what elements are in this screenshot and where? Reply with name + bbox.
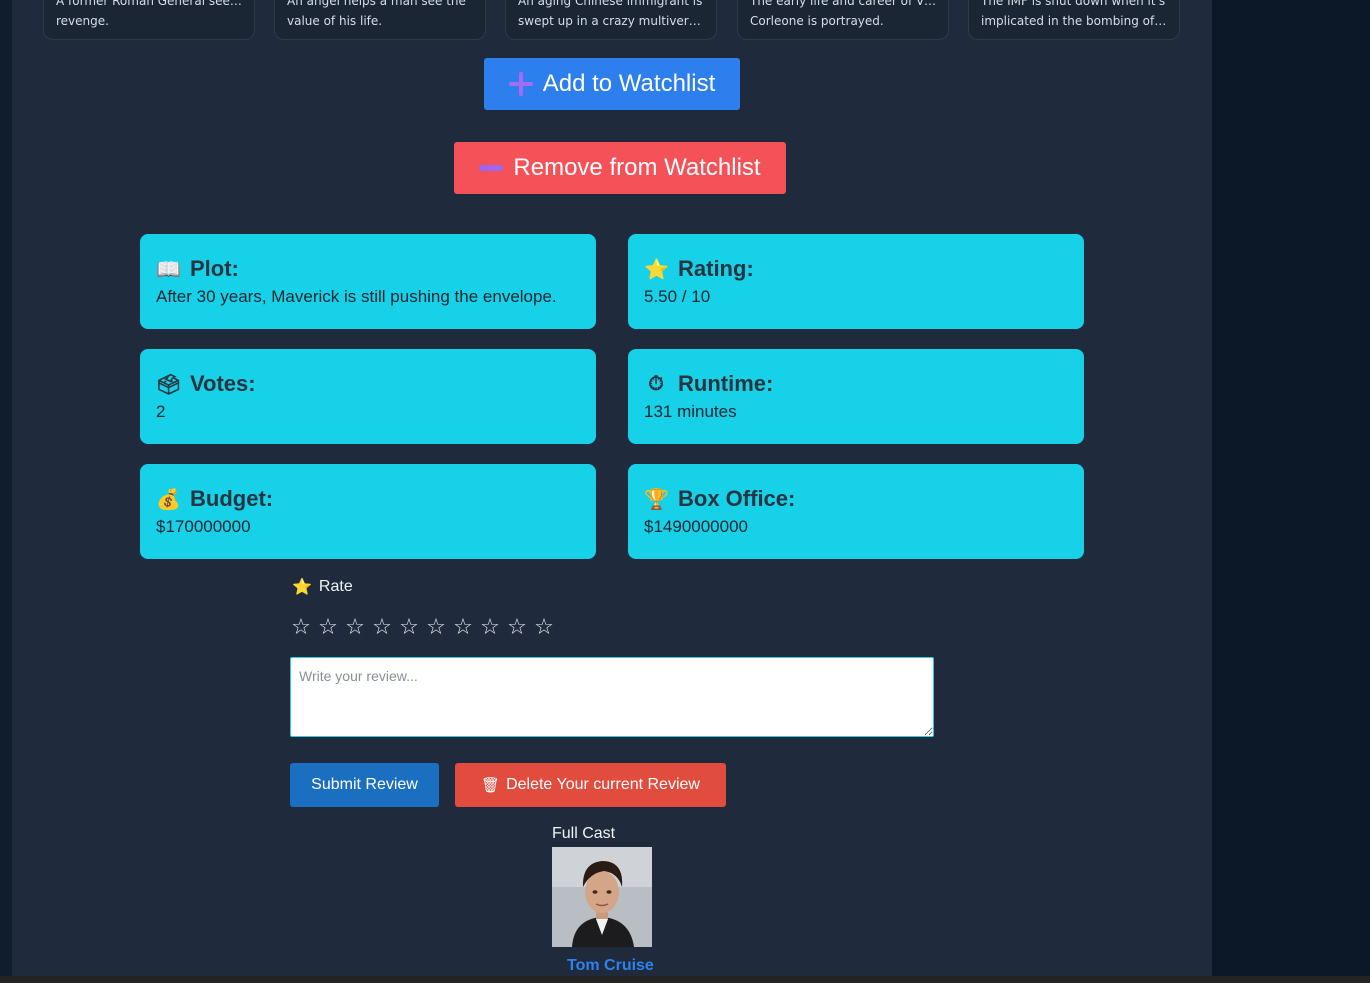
review-textarea[interactable] — [290, 657, 934, 737]
rating-star-icon[interactable]: ☆ — [398, 614, 420, 642]
minus-icon — [479, 156, 504, 180]
delete-review-label: Delete Your current Review — [506, 776, 700, 793]
rating-star-icon[interactable]: ☆ — [344, 614, 366, 642]
star-rating-input[interactable]: ☆ ☆ ☆ ☆ ☆ ☆ ☆ ☆ ☆ ☆ — [290, 614, 555, 642]
recommendation-card[interactable]: The early life and career of Vito Corleo… — [737, 0, 949, 40]
rate-heading: ⭐ Rate — [292, 577, 353, 597]
rating-star-icon[interactable]: ☆ — [479, 614, 501, 642]
rating-star-icon[interactable]: ☆ — [371, 614, 393, 642]
add-to-watchlist-label: Add to Watchlist — [542, 70, 716, 97]
rate-label: Rate — [318, 578, 353, 595]
recommendation-card[interactable]: An aging Chinese immigrant is swept up i… — [505, 0, 717, 40]
recommendation-text: The IMF is shut down when it's — [981, 0, 1166, 8]
rating-star-icon[interactable]: ☆ — [425, 614, 447, 642]
box-office-value: $1490000000 — [644, 517, 749, 536]
star-icon: ⭐ — [644, 258, 669, 281]
box-office-card: 🏆 Box Office: $1490000000 — [628, 464, 1084, 559]
delete-review-button[interactable]: 🗑 Delete Your current Review — [455, 763, 726, 807]
votes-heading: Votes: — [190, 371, 256, 396]
votes-value: 2 — [156, 402, 166, 421]
stopwatch-icon: ⏱ — [648, 372, 664, 395]
runtime-value: 131 minutes — [644, 402, 737, 421]
submit-review-button[interactable]: Submit Review — [290, 763, 439, 807]
recommendation-text: swept up in a crazy multiverse... — [518, 14, 704, 28]
rating-star-icon[interactable]: ☆ — [290, 614, 312, 642]
votes-card: 🗳 Votes: 2 — [140, 349, 596, 444]
recommendation-text: value of his life. — [287, 14, 383, 28]
remove-from-watchlist-label: Remove from Watchlist — [513, 154, 761, 181]
recommendation-text: An angel helps a man see the — [287, 0, 466, 8]
recommendation-text: implicated in the bombing of th... — [981, 14, 1167, 28]
recommendation-text: An aging Chinese immigrant is — [518, 0, 703, 8]
recommendation-text: Corleone is portrayed. — [750, 14, 884, 28]
box-office-heading: Box Office: — [678, 486, 796, 511]
recommendation-card[interactable]: An angel helps a man see the value of hi… — [274, 0, 486, 40]
recommendation-card[interactable]: The IMF is shut down when it's implicate… — [968, 0, 1180, 40]
right-margin — [1212, 0, 1370, 983]
plot-card: 📖 Plot: After 30 years, Maverick is stil… — [140, 234, 596, 329]
add-to-watchlist-button[interactable]: Add to Watchlist — [484, 58, 740, 110]
recommendation-text: The early life and career of Vito — [750, 0, 936, 8]
trash-icon: 🗑 — [481, 777, 501, 794]
recommendation-card[interactable]: A former Roman General seeks revenge. — [43, 0, 255, 40]
rating-star-icon[interactable]: ☆ — [452, 614, 474, 642]
cast-photo[interactable] — [552, 847, 652, 947]
full-cast-heading: Full Cast — [552, 825, 616, 842]
cast-member-name-link[interactable]: Tom Cruise — [567, 957, 654, 975]
remove-from-watchlist-button[interactable]: Remove from Watchlist — [454, 142, 786, 194]
actor-portrait-image — [552, 847, 652, 947]
ballot-box-icon: 🗳 — [156, 373, 182, 396]
plus-icon — [508, 72, 533, 96]
money-bag-icon: 💰 — [156, 488, 181, 511]
runtime-card: ⏱ Runtime: 131 minutes — [628, 349, 1084, 444]
rating-star-icon[interactable]: ☆ — [506, 614, 528, 642]
trophy-icon: 🏆 — [644, 488, 669, 511]
left-margin — [0, 0, 12, 983]
rating-value: 5.50 / 10 — [644, 287, 711, 306]
recommendation-text: A former Roman General seeks — [56, 0, 242, 8]
rating-star-icon[interactable]: ☆ — [533, 614, 555, 642]
rating-card: ⭐ Rating: 5.50 / 10 — [628, 234, 1084, 329]
rating-star-icon[interactable]: ☆ — [317, 614, 339, 642]
rating-heading: Rating: — [678, 256, 754, 281]
bottom-bar — [0, 976, 1370, 983]
budget-card: 💰 Budget: $170000000 — [140, 464, 596, 559]
budget-heading: Budget: — [190, 486, 274, 511]
plot-value: After 30 years, Maverick is still pushin… — [156, 287, 557, 306]
plot-heading: Plot: — [190, 256, 239, 281]
star-icon: ⭐ — [292, 579, 312, 596]
budget-value: $170000000 — [156, 517, 251, 536]
runtime-heading: Runtime: — [678, 371, 774, 396]
book-icon: 📖 — [156, 258, 181, 281]
recommendation-text: revenge. — [56, 14, 109, 28]
